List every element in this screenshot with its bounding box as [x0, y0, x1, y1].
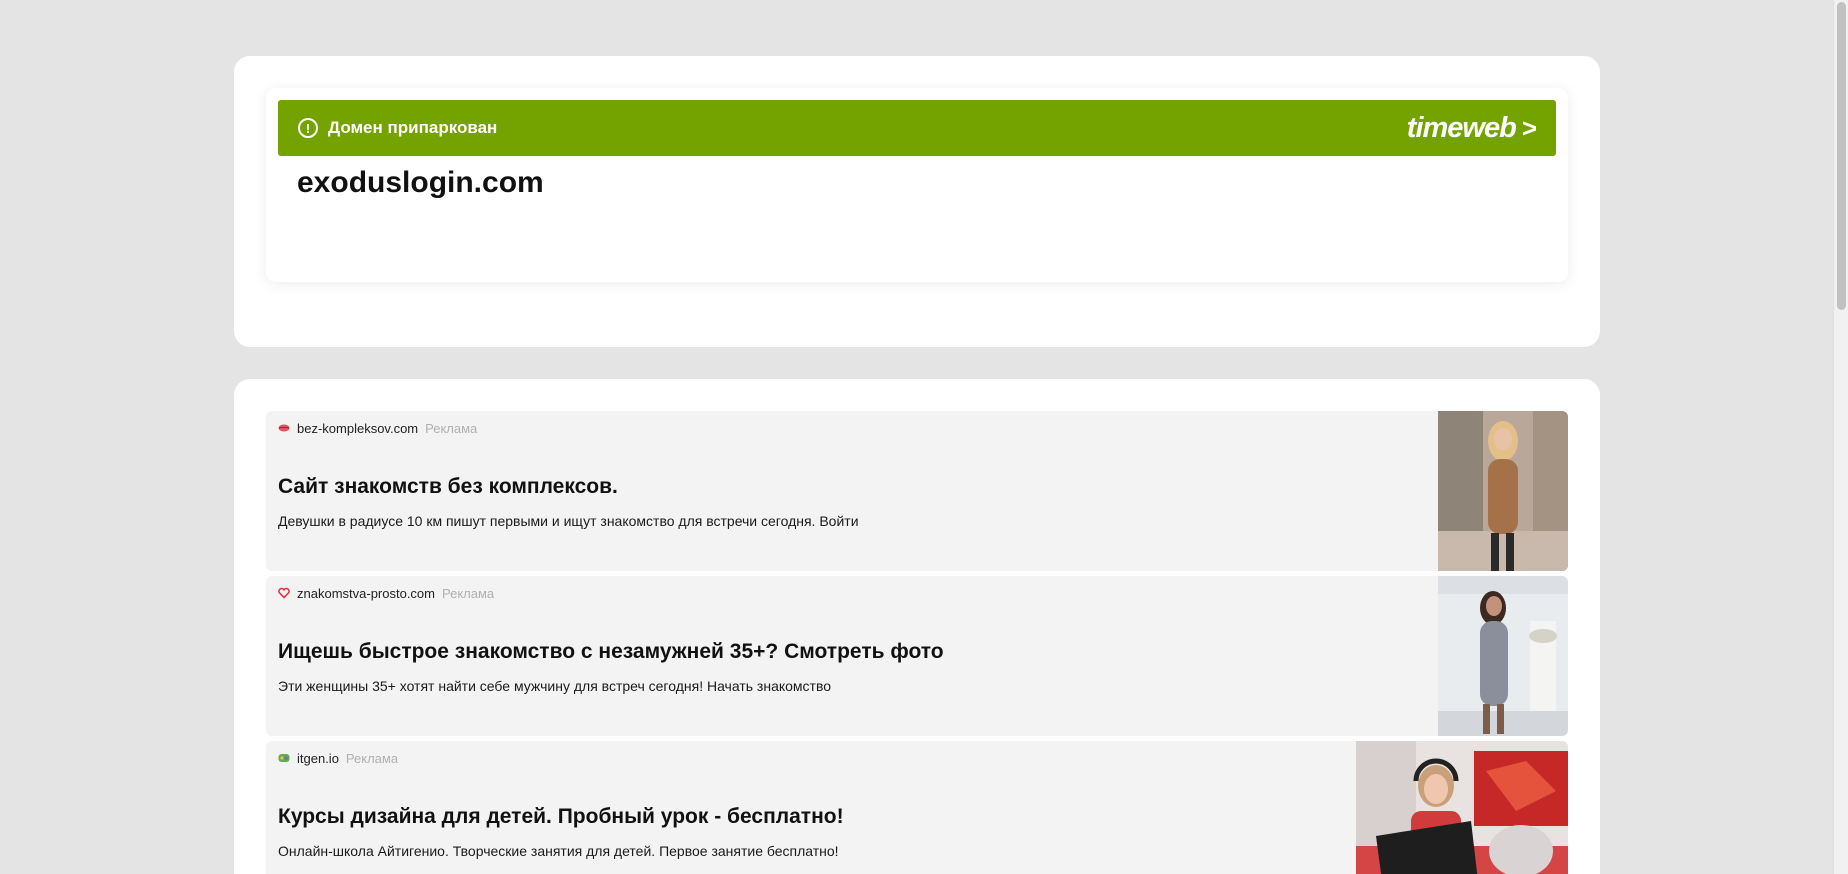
ad-source: bez-kompleksov.com Реклама: [278, 419, 477, 437]
vertical-scrollbar[interactable]: [1833, 0, 1848, 874]
ad-image[interactable]: [1438, 576, 1568, 736]
parking-banner: ! Домен припаркован timeweb >: [278, 100, 1556, 156]
parking-inner-card: ! Домен припаркован timeweb > exoduslogi…: [266, 88, 1568, 282]
ad-title[interactable]: Курсы дизайна для детей. Пробный урок - …: [278, 805, 844, 829]
ad-domain[interactable]: znakomstva-prosto.com: [297, 586, 435, 601]
ad-image[interactable]: [1438, 411, 1568, 571]
ad-image[interactable]: [1356, 741, 1568, 874]
itgen-logo-icon: [278, 754, 290, 762]
timeweb-logo-link[interactable]: timeweb >: [1406, 111, 1537, 145]
exclamation-circle-icon: !: [298, 118, 318, 138]
ad-item[interactable]: itgen.io Реклама Курсы дизайна для детей…: [266, 741, 1568, 874]
ad-source: itgen.io Реклама: [278, 749, 398, 767]
ad-title[interactable]: Сайт знакомств без комплексов.: [278, 475, 618, 499]
ad-description: Девушки в радиусе 10 км пишут первыми и …: [278, 513, 859, 529]
ad-label: Реклама: [442, 585, 495, 601]
ad-description: Онлайн-школа Айтигенио. Творческие занят…: [278, 843, 839, 859]
ads-card: bez-kompleksov.com Реклама Сайт знакомст…: [234, 379, 1600, 874]
ad-source: znakomstva-prosto.com Реклама: [278, 584, 494, 602]
ad-label: Реклама: [425, 420, 478, 436]
lips-icon: [278, 424, 290, 432]
page: ! Домен припаркован timeweb > exoduslogi…: [0, 0, 1848, 874]
ad-item[interactable]: znakomstva-prosto.com Реклама Ищешь быст…: [266, 576, 1568, 736]
parking-status-text: Домен припаркован: [328, 118, 498, 137]
chevron-right-icon: >: [1521, 112, 1537, 143]
domain-name: exoduslogin.com: [297, 166, 544, 199]
ad-title[interactable]: Ищешь быстрое знакомство с незамужней 35…: [278, 640, 944, 664]
brand-name: timeweb: [1406, 111, 1517, 144]
parking-card: ! Домен припаркован timeweb > exoduslogi…: [234, 56, 1600, 347]
heart-icon: [278, 587, 290, 599]
ad-description: Эти женщины 35+ хотят найти себе мужчину…: [278, 678, 832, 694]
ad-item[interactable]: bez-kompleksov.com Реклама Сайт знакомст…: [266, 411, 1568, 571]
ad-domain[interactable]: bez-kompleksov.com: [297, 421, 418, 436]
ad-domain[interactable]: itgen.io: [297, 751, 339, 766]
ad-label: Реклама: [345, 750, 399, 766]
scrollbar-thumb[interactable]: [1837, 2, 1846, 310]
